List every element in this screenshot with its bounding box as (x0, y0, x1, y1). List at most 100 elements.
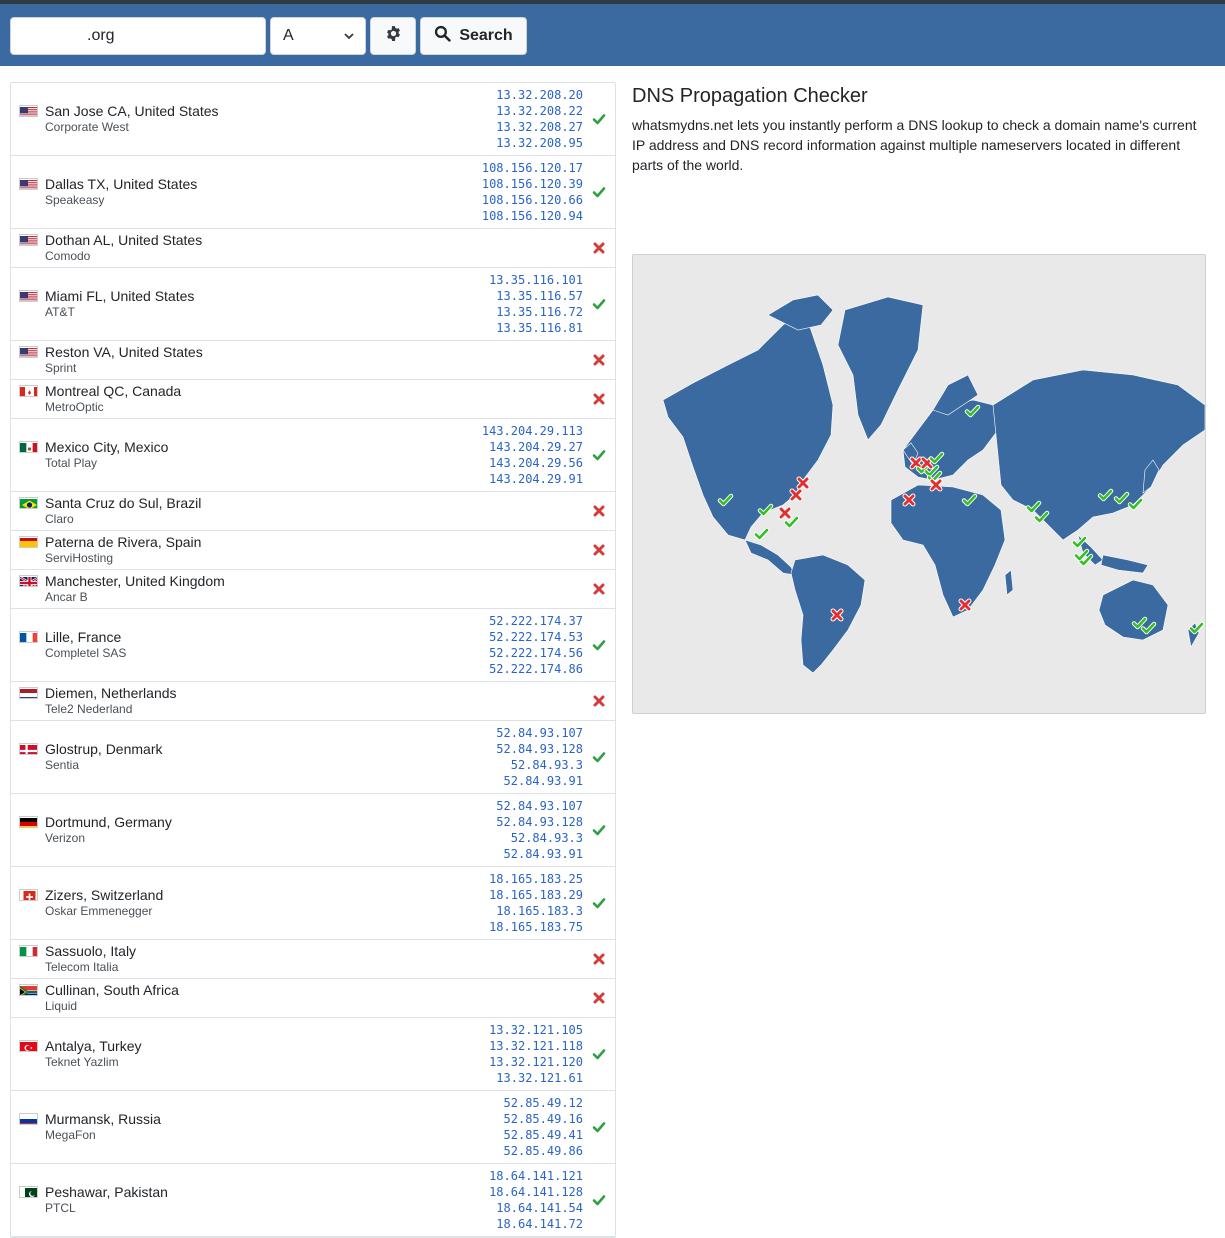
ip-address-link[interactable]: 13.32.208.22 (496, 103, 583, 119)
ip-address-link[interactable]: 52.222.174.53 (489, 629, 583, 645)
ip-address-link[interactable]: 108.156.120.94 (482, 208, 583, 224)
cross-icon (592, 694, 606, 708)
result-row: Lille, France Completel SAS 52.222.174.37 5… (11, 609, 615, 682)
ip-address-link[interactable]: 13.32.121.118 (489, 1038, 583, 1054)
cross-icon (592, 392, 606, 406)
ip-address-link[interactable]: 18.64.141.54 (489, 1200, 583, 1216)
ip-address-link[interactable]: 18.64.141.128 (489, 1184, 583, 1200)
map-marker-cross (929, 478, 943, 492)
ip-address-link[interactable]: 52.85.49.41 (504, 1127, 583, 1143)
ip-address-link[interactable]: 52.222.174.56 (489, 645, 583, 661)
flag-dk-icon (19, 743, 38, 755)
domain-input[interactable]: .org (10, 17, 266, 55)
ip-address-link[interactable]: 13.35.116.101 (489, 272, 583, 288)
ip-address-link[interactable]: 52.84.93.91 (496, 773, 583, 789)
server-provider: Ancar B (45, 590, 88, 604)
check-icon (592, 750, 606, 764)
ip-address-link[interactable]: 143.204.29.91 (482, 471, 583, 487)
ip-address-link[interactable]: 13.35.116.81 (489, 320, 583, 336)
cross-icon (592, 241, 606, 255)
result-row: Diemen, Netherlands Tele2 Nederland (11, 682, 615, 721)
top-search-bar: .org A Search (0, 0, 1225, 66)
check-icon (592, 1193, 606, 1207)
ip-address-link[interactable]: 52.84.93.3 (496, 830, 583, 846)
ip-address-link[interactable]: 52.85.49.16 (504, 1111, 583, 1127)
server-location: San Jose CA, United States Corporate West (45, 103, 219, 135)
server-provider: MetroOptic (45, 400, 104, 414)
ip-address-link[interactable]: 52.84.93.128 (496, 741, 583, 757)
landmass-greenland (837, 296, 924, 441)
ip-address-link[interactable]: 18.64.141.72 (489, 1216, 583, 1232)
server-provider: Sprint (45, 361, 77, 375)
record-type-select[interactable]: A (270, 17, 366, 55)
server-city: Zizers, Switzerland (45, 887, 164, 903)
flag-fr-icon (19, 631, 38, 643)
ip-address-link[interactable]: 18.165.183.25 (489, 871, 583, 887)
server-city: Diemen, Netherlands (45, 685, 177, 701)
settings-button[interactable] (370, 17, 416, 55)
ip-address-link[interactable]: 143.204.29.113 (482, 423, 583, 439)
ip-address-link[interactable]: 52.84.93.107 (496, 798, 583, 814)
ip-address-link[interactable]: 13.35.116.72 (489, 304, 583, 320)
ip-address-list: 143.204.29.113 143.204.29.27 143.204.29.56… (482, 423, 583, 487)
flag-ch-icon (19, 889, 38, 901)
server-location: Dortmund, Germany Verizon (45, 814, 172, 846)
check-icon (592, 448, 606, 462)
server-provider: Sentia (45, 758, 80, 772)
ip-address-link[interactable]: 13.32.208.27 (496, 119, 583, 135)
server-location: Montreal QC, Canada MetroOptic (45, 383, 181, 415)
cross-icon (592, 991, 606, 1005)
ip-address-link[interactable]: 52.222.174.86 (489, 661, 583, 677)
server-provider: Comodo (45, 249, 91, 263)
cross-icon (592, 952, 606, 966)
ip-address-link[interactable]: 143.204.29.27 (482, 439, 583, 455)
flag-us-icon (19, 290, 38, 302)
flag-mx-icon (19, 441, 38, 453)
result-row: Zizers, Switzerland Oskar Emmenegger 18.16… (11, 867, 615, 940)
ip-address-link[interactable]: 13.32.121.105 (489, 1022, 583, 1038)
ip-address-link[interactable]: 52.85.49.86 (504, 1143, 583, 1159)
ip-address-link[interactable]: 13.32.208.95 (496, 135, 583, 151)
server-city: Cullinan, South Africa (45, 982, 179, 998)
continent-north-america (662, 309, 834, 541)
ip-address-list: 13.32.208.20 13.32.208.22 13.32.208.27 13.3… (496, 87, 583, 151)
flag-ru-icon (19, 1113, 38, 1125)
page-title: DNS Propagation Checker (632, 85, 868, 107)
ip-address-link[interactable]: 13.32.208.20 (496, 87, 583, 103)
ip-address-link[interactable]: 108.156.120.39 (482, 176, 583, 192)
ip-address-link[interactable]: 52.84.93.3 (496, 757, 583, 773)
page-description: whatsmydns.net lets you instantly perfor… (632, 117, 1197, 173)
ip-address-link[interactable]: 108.156.120.17 (482, 160, 583, 176)
result-row: Santa Cruz do Sul, Brazil Claro (11, 492, 615, 531)
ip-address-list: 52.84.93.107 52.84.93.128 52.84.93.3 52.84.… (496, 798, 583, 862)
ip-address-link[interactable]: 52.222.174.37 (489, 613, 583, 629)
server-city: Dothan AL, United States (45, 232, 203, 248)
ip-address-link[interactable]: 52.84.93.91 (496, 846, 583, 862)
ip-address-link[interactable]: 18.165.183.29 (489, 887, 583, 903)
result-row: Antalya, Turkey Teknet Yazlim 13.32.121.10… (11, 1018, 615, 1091)
server-provider: Completel SAS (45, 646, 127, 660)
result-row: Dortmund, Germany Verizon 52.84.93.107 52.8… (11, 794, 615, 867)
ip-address-link[interactable]: 143.204.29.56 (482, 455, 583, 471)
world-map (632, 254, 1206, 714)
ip-address-link[interactable]: 108.156.120.66 (482, 192, 583, 208)
ip-address-link[interactable]: 52.85.49.12 (504, 1095, 583, 1111)
ip-address-link[interactable]: 13.32.121.120 (489, 1054, 583, 1070)
ip-address-link[interactable]: 13.32.121.61 (489, 1070, 583, 1086)
check-icon (592, 638, 606, 652)
ip-address-list: 13.35.116.101 13.35.116.57 13.35.116.72 13.… (489, 272, 583, 336)
ip-address-link[interactable]: 13.35.116.57 (489, 288, 583, 304)
ip-address-link[interactable]: 52.84.93.128 (496, 814, 583, 830)
flag-us-icon (19, 234, 38, 246)
server-location: Lille, France Completel SAS (45, 629, 126, 661)
ip-address-link[interactable]: 18.165.183.3 (489, 903, 583, 919)
server-city: Manchester, United Kingdom (45, 573, 225, 589)
server-city: San Jose CA, United States (45, 103, 219, 119)
server-provider: Verizon (45, 831, 86, 845)
ip-address-link[interactable]: 18.64.141.121 (489, 1168, 583, 1184)
ip-address-link[interactable]: 52.84.93.107 (496, 725, 583, 741)
server-provider: MegaFon (45, 1128, 96, 1142)
ip-address-link[interactable]: 18.165.183.75 (489, 919, 583, 935)
search-button[interactable]: Search (420, 17, 527, 55)
server-city: Santa Cruz do Sul, Brazil (45, 495, 202, 511)
